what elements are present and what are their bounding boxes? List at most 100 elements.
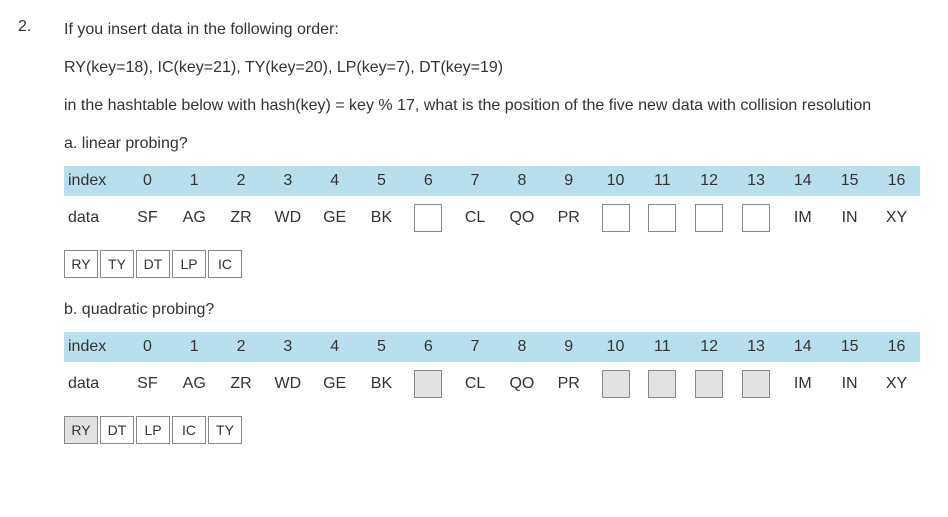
index-cell: 6 [405,332,452,362]
empty-slot[interactable] [414,204,442,232]
index-cell: 12 [686,166,733,196]
answer-chip[interactable]: TY [208,416,242,444]
data-cell [639,362,686,406]
index-cell: 3 [264,166,311,196]
data-cell: BK [358,196,405,240]
data-cell: AG [171,362,218,406]
empty-slot[interactable] [602,370,630,398]
data-cell [405,362,452,406]
index-cell: 8 [499,166,546,196]
answer-chip[interactable]: TY [100,250,134,278]
answer-chip[interactable]: LP [136,416,170,444]
index-cell: 1 [171,332,218,362]
index-label: index [64,166,124,196]
prompt-line-2: RY(key=18), IC(key=21), TY(key=20), LP(k… [64,56,920,80]
index-cell: 2 [218,332,265,362]
chips-a: RYTYDTLPIC [64,250,920,278]
data-cell: WD [264,362,311,406]
answer-chip[interactable]: LP [172,250,206,278]
data-label: data [64,362,124,406]
data-cell: GE [311,196,358,240]
data-cell: CL [452,196,499,240]
empty-slot[interactable] [414,370,442,398]
data-cell [733,196,780,240]
data-cell: ZR [218,362,265,406]
index-cell: 8 [499,332,546,362]
index-label: index [64,332,124,362]
data-cell: XY [873,362,920,406]
chips-b: RYDTLPICTY [64,416,920,444]
answer-chip[interactable]: RY [64,250,98,278]
index-cell: 16 [873,166,920,196]
hashtable-b: index012345678910111213141516 dataSFAGZR… [64,332,920,406]
index-cell: 11 [639,166,686,196]
empty-slot[interactable] [648,370,676,398]
prompt-line-3: in the hashtable below with hash(key) = … [64,94,920,118]
index-cell: 15 [826,166,873,196]
question-number: 2. [18,18,64,36]
empty-slot[interactable] [695,370,723,398]
index-cell: 12 [686,332,733,362]
data-cell [639,196,686,240]
answer-chip[interactable]: RY [64,416,98,444]
index-cell: 15 [826,332,873,362]
index-cell: 5 [358,332,405,362]
data-cell: AG [171,196,218,240]
prompt-line-1: If you insert data in the following orde… [64,18,920,42]
data-cell: IM [779,196,826,240]
index-cell: 13 [733,332,780,362]
data-cell: WD [264,196,311,240]
answer-chip[interactable]: DT [136,250,170,278]
answer-chip[interactable]: DT [100,416,134,444]
index-cell: 5 [358,166,405,196]
data-cell: IN [826,362,873,406]
data-cell: PR [545,362,592,406]
index-cell: 14 [779,332,826,362]
empty-slot[interactable] [742,204,770,232]
index-cell: 0 [124,166,171,196]
data-cell: XY [873,196,920,240]
data-label: data [64,196,124,240]
data-cell [592,362,639,406]
index-cell: 16 [873,332,920,362]
index-cell: 10 [592,332,639,362]
data-cell [686,362,733,406]
index-cell: 10 [592,166,639,196]
data-cell [405,196,452,240]
data-cell [592,196,639,240]
data-cell: SF [124,362,171,406]
data-cell [733,362,780,406]
data-cell: BK [358,362,405,406]
data-cell: PR [545,196,592,240]
index-cell: 7 [452,166,499,196]
index-cell: 9 [545,166,592,196]
data-cell: QO [499,362,546,406]
data-cell: GE [311,362,358,406]
answer-chip[interactable]: IC [208,250,242,278]
answer-chip[interactable]: IC [172,416,206,444]
index-cell: 4 [311,166,358,196]
index-cell: 7 [452,332,499,362]
data-cell: QO [499,196,546,240]
data-cell: IM [779,362,826,406]
index-cell: 13 [733,166,780,196]
empty-slot[interactable] [742,370,770,398]
index-cell: 2 [218,166,265,196]
index-cell: 4 [311,332,358,362]
empty-slot[interactable] [695,204,723,232]
empty-slot[interactable] [648,204,676,232]
index-cell: 9 [545,332,592,362]
hashtable-a: index012345678910111213141516 dataSFAGZR… [64,166,920,240]
data-cell: IN [826,196,873,240]
index-cell: 0 [124,332,171,362]
index-cell: 11 [639,332,686,362]
empty-slot[interactable] [602,204,630,232]
data-cell [686,196,733,240]
index-cell: 14 [779,166,826,196]
part-a-label: a. linear probing? [64,132,920,156]
data-cell: CL [452,362,499,406]
index-cell: 1 [171,166,218,196]
data-cell: SF [124,196,171,240]
data-cell: ZR [218,196,265,240]
part-b-label: b. quadratic probing? [64,298,920,322]
